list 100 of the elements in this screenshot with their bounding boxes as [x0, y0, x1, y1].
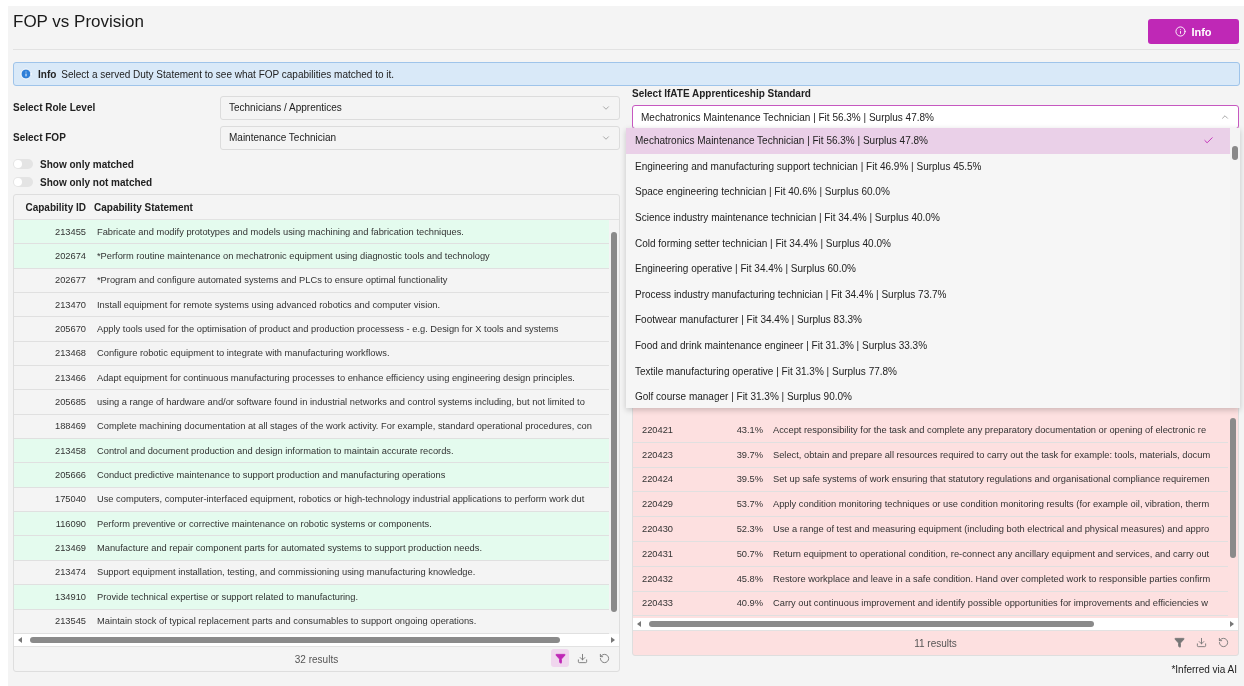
field-label: Select Role Level	[13, 102, 97, 113]
dropdown-option[interactable]: Cold forming setter technician | Fit 34.4% | Surplus 40.0%	[626, 230, 1230, 256]
horizontal-scrollbar[interactable]	[14, 634, 619, 646]
alert-text: Info Select a served Duty Statement to see what FOP capabilities matched to it.	[38, 68, 395, 80]
table-cell-text: 175040	[53, 494, 86, 505]
table-cell-text: 205685	[53, 397, 86, 408]
toggle-switch[interactable]	[13, 177, 33, 187]
dropdown-option[interactable]: Golf course manager | Fit 31.3% | Surplus 90.0%	[626, 383, 1230, 408]
chevron-up-icon	[1220, 112, 1230, 122]
toggle-switch[interactable]	[13, 159, 33, 169]
table-row[interactable]: 213458 Control and document production and design information to maintain accurate records.	[14, 439, 609, 464]
table-cell-text: Restore workplace and leave in a safe condition. Hand over completed work to responsible parties confirm	[772, 573, 1212, 584]
table-cell-text: Apply condition monitoring techniques or use condition monitoring results (for example oil, vibration, therm	[772, 499, 1211, 510]
info-icon	[1175, 26, 1187, 37]
table-cell-text: Use a range of test and measuring equipment (including both electrical and physical measures) and appro	[772, 524, 1211, 535]
table-cell-text: 220432	[641, 573, 675, 584]
info-icon	[20, 68, 32, 80]
table-cell-text: 205666	[53, 470, 86, 481]
table-cell-text: 220423	[641, 449, 675, 460]
table-cell-text: Apply tools used for the optimisation of product and production processess - e.g. Design for X tools and systems	[96, 324, 560, 335]
page-title: FOP vs Provision	[13, 12, 144, 32]
table-cell-text: Install equipment for remote systems using advanced robotics and computer vision.	[96, 299, 442, 310]
table-cell-text: 213469	[53, 543, 86, 554]
table-cell-text: 202674	[53, 251, 86, 261]
table-cell-text: 43.1%	[735, 424, 763, 435]
table-cell-text: 213470	[53, 299, 86, 310]
column-header: Capability ID	[24, 201, 86, 213]
toggle-label: Show only matched	[40, 158, 134, 170]
table-cell-text: *Perform routine maintenance on mechatronic equipment using diagnostic tools and technology	[96, 251, 491, 261]
table-cell-text: Support equipment installation, testing, and commissioning using manufacturing knowledge.	[96, 567, 477, 578]
scroll-right-icon[interactable]	[1229, 621, 1235, 627]
scroll-left-icon[interactable]	[636, 621, 642, 627]
table-cell-text: 45.8%	[735, 573, 763, 584]
horizontal-scrollbar[interactable]	[633, 618, 1238, 630]
table-cell-text: 188469	[53, 421, 86, 432]
table-cell-text: Use computers, computer-interfaced equipment, robotics or high-technology industrial applications to perform work dut	[96, 494, 586, 505]
table-cell-text: Manufacture and repair component parts for automated systems to support production needs.	[96, 543, 483, 554]
toggle-label: Show only not matched	[40, 176, 153, 188]
dropdown-option[interactable]: Mechatronics Maintenance Technician | Fit 56.3% | Surplus 47.8%	[626, 128, 1230, 154]
field-label: Select FOP	[13, 132, 67, 143]
results-count: 11 results	[914, 637, 957, 649]
standard-combobox[interactable]: Mechatronics Maintenance Technician | Fit 56.3% | Surplus 47.8%	[632, 105, 1239, 129]
table-cell-text: 40.9%	[735, 598, 763, 609]
results-count: 32 results	[294, 653, 339, 665]
table-cell-text: 39.5%	[735, 474, 763, 485]
vertical-scrollbar[interactable]	[1230, 128, 1240, 408]
table-row[interactable]: 116090 Perform preventive or corrective maintenance on robotic systems or components.	[14, 512, 609, 537]
table-cell-text: Fabricate and modify prototypes and models using machining and fabrication techniques.	[96, 226, 465, 237]
table-cell-text: Return equipment to operational condition, re-connect any ancillary equipment and services, and carry out	[772, 548, 1211, 559]
table-cell-text: 220430	[641, 524, 675, 535]
table-cell-text: 220433	[641, 598, 675, 609]
table-cell-text: Set up safe systems of work ensuring that statutory regulations and organisational compliance requiremen	[772, 474, 1211, 485]
table-cell-text: using a range of hardware and/or software found in industrial networks and control systems including, but not limited to	[96, 397, 586, 408]
table-cell-text: 213466	[53, 372, 86, 383]
reset-icon	[1217, 636, 1229, 648]
dropdown-option[interactable]: Engineering operative | Fit 34.4% | Surplus 60.0%	[626, 255, 1230, 282]
scroll-left-icon[interactable]	[17, 637, 23, 643]
table-cell-text: Configure robotic equipment to integrate with manufacturing workflows.	[96, 348, 391, 359]
dropdown-option[interactable]: Footwear manufacturer | Fit 34.4% | Surplus 83.3%	[626, 307, 1230, 333]
footnote: *Inferred via AI	[1171, 664, 1237, 675]
table-cell-text: 53.7%	[735, 499, 763, 510]
table-cell-text: 213545	[53, 616, 86, 627]
table-cell-text: Carry out continuous improvement and identify possible opportunities for improvements and efficiencies w	[772, 598, 1209, 609]
scroll-right-icon[interactable]	[610, 637, 616, 643]
dropdown-option[interactable]: Engineering and manufacturing support technician | Fit 46.9% | Surplus 45.5%	[626, 153, 1230, 180]
table-cell-text: 220429	[641, 499, 675, 510]
download-icon	[576, 652, 588, 664]
dropdown-option[interactable]: Science industry maintenance technician | Fit 34.4% | Surplus 40.0%	[626, 204, 1230, 231]
table-cell-text: 202677	[53, 275, 86, 286]
table-cell-text: Maintain stock of typical replacement parts and consumables to support ongoing operations.	[96, 616, 478, 627]
table-cell-text: 220421	[641, 424, 675, 435]
table-row[interactable]: 213469 Manufacture and repair component parts for automated systems to support production needs.	[14, 536, 609, 561]
info-button[interactable]: Info	[1148, 19, 1239, 44]
dropdown-option[interactable]: Process industry manufacturing technician | Fit 34.4% | Surplus 73.7%	[626, 281, 1230, 308]
table-cell-text: Adapt equipment for continuous manufacturing processes to enhance efficiency using engineering design principles.	[96, 372, 576, 383]
dropdown-option[interactable]: Textile manufacturing operative | Fit 31.3% | Surplus 77.8%	[626, 358, 1230, 384]
table-cell-text: 134910	[53, 591, 86, 602]
table-row[interactable]: 134910 Provide technical expertise or support related to manufacturing.	[14, 585, 609, 610]
table-cell-text: 220424	[641, 474, 675, 485]
filter-button[interactable]	[551, 649, 569, 667]
table-cell-text: Perform preventive or corrective maintenance on robotic systems or components.	[96, 518, 433, 529]
select-field[interactable]: Maintenance Technician	[220, 125, 620, 150]
table-cell-text: Complete machining documentation at all stages of the work activity. For example, standard operational procedures, con	[96, 421, 593, 432]
table-cell-text: Provide technical expertise or support related to manufacturing.	[96, 591, 359, 602]
table-row[interactable]: 202674 *Perform routine maintenance on mechatronic equipment using diagnostic tools and technology	[14, 244, 609, 269]
table-cell-text: Control and document production and design information to maintain accurate records.	[96, 445, 455, 456]
table-cell-text: 213458	[53, 445, 86, 456]
table-cell-text: 39.7%	[735, 449, 763, 460]
select-field[interactable]: Technicians / Apprentices	[220, 95, 620, 120]
dropdown-option[interactable]: Food and drink maintenance engineer | Fit 31.3% | Surplus 33.3%	[626, 332, 1230, 359]
table-cell-text: 213474	[53, 567, 86, 578]
table-row[interactable]: 213455 Fabricate and modify prototypes and models using machining and fabrication techniques.	[14, 220, 609, 245]
table-cell-text: *Program and configure automated systems and PLCs to ensure optimal functionality	[96, 275, 449, 286]
download-icon	[1195, 636, 1207, 648]
table-row[interactable]: 205666 Conduct predictive maintenance to support production and manufacturing operations	[14, 463, 609, 488]
table-cell-text: Conduct predictive maintenance to support production and manufacturing operations	[96, 470, 447, 481]
table-cell-text: Accept responsibility for the task and complete any preparatory documentation or opening of electronic re	[772, 424, 1208, 435]
table-cell-text: Select, obtain and prepare all resources required to carry out the task for example: tools, materials, docum	[772, 449, 1212, 460]
dropdown-option[interactable]: Space engineering technician | Fit 40.6% | Surplus 60.0%	[626, 179, 1230, 205]
column-header: Capability Statement	[93, 201, 194, 213]
